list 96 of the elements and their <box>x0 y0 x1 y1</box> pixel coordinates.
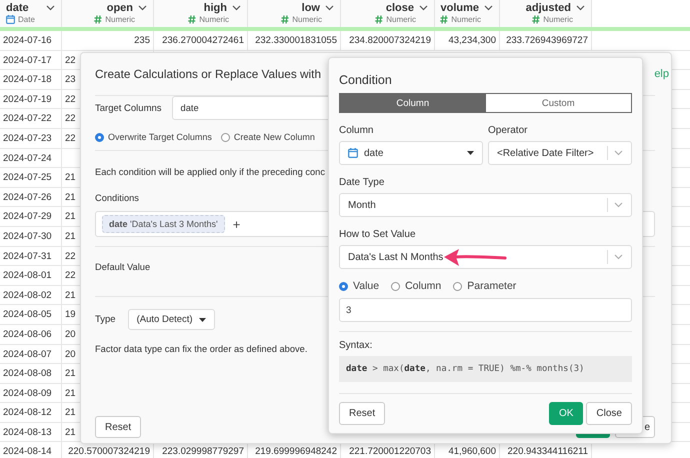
chevron-icon <box>614 150 623 156</box>
caret-icon <box>467 151 474 155</box>
chevron-icon <box>614 254 623 260</box>
table-cell: 2024-07-18 <box>0 70 62 89</box>
table-cell: 2024-08-01 <box>0 266 62 285</box>
column-header[interactable]: volume Numeric <box>435 0 500 27</box>
column-type: Numeric <box>105 14 135 25</box>
type-dropdown[interactable]: (Auto Detect) <box>128 309 215 330</box>
column-name: open <box>106 2 133 14</box>
chevron-icon <box>138 5 147 11</box>
column-header[interactable]: date Date <box>0 0 62 27</box>
value-input[interactable]: 3 <box>339 298 632 322</box>
table-cell: 233.726943969727 <box>500 31 592 50</box>
table-cell: 2024-08-12 <box>0 403 62 422</box>
table-cell: 2024-08-14 <box>0 442 62 458</box>
table-cell: 2024-07-26 <box>0 188 62 206</box>
reset-button[interactable]: Reset <box>95 416 142 438</box>
field-label: Type <box>95 314 116 325</box>
tab[interactable]: Custom <box>486 94 631 112</box>
column-type: Numeric <box>199 14 229 25</box>
field-label: Date Type <box>339 177 386 188</box>
field-label: How to Set Value <box>339 229 417 240</box>
close-button[interactable]: Close <box>586 402 632 425</box>
chevron-icon <box>484 5 493 11</box>
radio-option[interactable]: Create New Column <box>220 132 315 142</box>
table-cell: 2024-08-07 <box>0 344 62 364</box>
table-cell: 2024-08-02 <box>0 286 62 304</box>
table-cell: 2024-07-30 <box>0 226 62 246</box>
pointer-arrow <box>443 248 507 268</box>
table-cell: 2024-07-22 <box>0 109 62 128</box>
column-header[interactable]: open Numeric <box>62 0 154 27</box>
table-cell: 2024-07-31 <box>0 246 62 266</box>
chevron-icon <box>325 5 334 11</box>
table-cell: 2024-07-23 <box>0 128 62 148</box>
table-cell: 232.330001831055 <box>248 31 341 50</box>
column-type: Numeric <box>451 14 481 25</box>
column-name: low <box>302 2 320 14</box>
column-type: Numeric <box>386 14 416 25</box>
add-condition-button[interactable]: + <box>232 216 240 232</box>
column-type: Numeric <box>292 14 322 25</box>
table-cell: 2024-08-09 <box>0 384 62 402</box>
syntax-code: date > max(date, na.rm = TRUE) %m-% months(3) <box>339 356 632 382</box>
reset-button[interactable]: Reset <box>339 402 386 425</box>
column-header[interactable]: close Numeric <box>341 0 435 27</box>
caret-icon <box>198 318 206 322</box>
hash-icon <box>94 15 102 24</box>
table-cell: 2024-08-05 <box>0 305 62 324</box>
hash-icon <box>532 15 540 24</box>
hash-icon <box>281 15 290 24</box>
chevron-icon <box>232 5 241 11</box>
date-type-select[interactable]: Month <box>339 193 632 217</box>
column-header[interactable]: adjusted Numeric <box>500 0 592 27</box>
column-header[interactable]: low Numeric <box>248 0 341 27</box>
column-header[interactable]: high Numeric <box>154 0 248 27</box>
column-type: Numeric <box>543 14 573 25</box>
table-cell: 2024-07-29 <box>0 207 62 226</box>
calendar-icon <box>348 148 358 158</box>
calendar-icon <box>6 15 15 24</box>
hash-icon <box>440 15 448 24</box>
table-cell: 2024-07-25 <box>0 168 62 187</box>
field-label: Operator <box>488 125 528 136</box>
section-label: Conditions <box>95 193 139 203</box>
chevron-icon <box>46 5 55 11</box>
table-cell: 236.270004272461 <box>154 31 248 50</box>
column-type: Date <box>18 14 35 25</box>
table-cell: 2024-07-16 <box>0 31 62 50</box>
table-cell: 235 <box>62 31 154 50</box>
field-label: Column <box>339 125 374 136</box>
table-cell: 234.820007324219 <box>341 31 435 50</box>
table-cell: 2024-07-17 <box>0 50 62 70</box>
table-cell: 2024-07-24 <box>0 148 62 168</box>
table-cell: 2024-07-19 <box>0 90 62 108</box>
hash-icon <box>375 15 384 24</box>
column-name: high <box>204 2 227 14</box>
table-cell: 2024-08-06 <box>0 324 62 344</box>
set-value-select[interactable]: Data's Last N Months <box>339 245 632 269</box>
table-cell: 2024-08-13 <box>0 422 62 442</box>
column-select[interactable]: date <box>339 141 483 165</box>
operator-select[interactable]: <Relative Date Filter> <box>488 141 632 165</box>
column-name: close <box>386 2 414 14</box>
radio-option[interactable]: Column <box>391 280 442 292</box>
syntax-label: Syntax: <box>339 340 374 351</box>
column-name: volume <box>440 2 479 14</box>
chevron-icon <box>614 202 623 208</box>
column-name: adjusted <box>526 2 571 14</box>
radio-option[interactable]: Value <box>339 280 380 292</box>
hash-icon <box>188 15 196 24</box>
chevron-icon <box>576 5 585 11</box>
tab[interactable]: Column <box>340 94 486 112</box>
table-cell: 2024-08-08 <box>0 364 62 383</box>
column-name: date <box>6 2 29 14</box>
dialog-title: Condition <box>339 73 393 87</box>
table-cell: 43,234,300 <box>435 31 500 50</box>
chevron-icon <box>419 5 428 11</box>
radio-option[interactable]: Parameter <box>453 280 516 292</box>
condition-chip[interactable]: date 'Data's Last 3 Months' <box>102 215 225 233</box>
